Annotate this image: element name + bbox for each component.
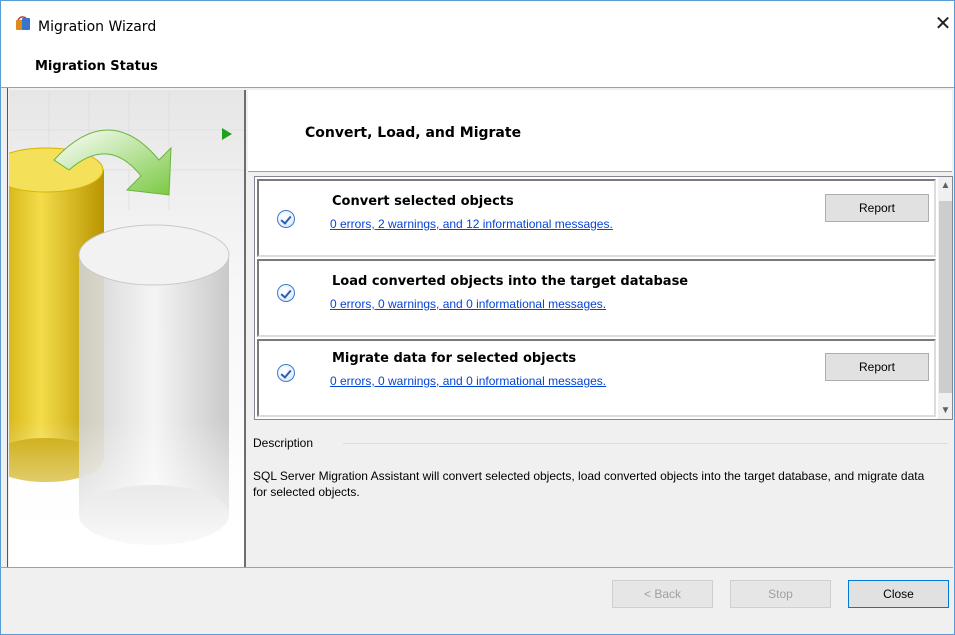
step-title: Convert, Load, and Migrate <box>305 125 522 141</box>
check-circle-icon <box>277 364 295 382</box>
divider <box>0 567 953 568</box>
scroll-thumb[interactable] <box>939 201 952 393</box>
vertical-scrollbar[interactable]: ▲ ▼ <box>938 177 952 419</box>
wizard-illustration <box>9 90 246 567</box>
task-list: Convert selected objects 0 errors, 2 war… <box>254 176 953 420</box>
report-button[interactable]: Report <box>825 194 929 222</box>
list-item: Convert selected objects 0 errors, 2 war… <box>257 179 936 257</box>
list-item: Load converted objects into the target d… <box>257 259 936 337</box>
migration-wizard-icon <box>15 15 31 31</box>
description-text: SQL Server Migration Assistant will conv… <box>253 469 925 499</box>
scroll-up-icon[interactable]: ▲ <box>938 177 952 194</box>
task-messages-link[interactable]: 0 errors, 0 warnings, and 0 informationa… <box>330 374 606 388</box>
step-header: Convert, Load, and Migrate <box>248 90 952 172</box>
check-circle-icon <box>277 210 295 228</box>
task-messages-link[interactable]: 0 errors, 2 warnings, and 12 information… <box>330 217 613 231</box>
report-button[interactable]: Report <box>825 353 929 381</box>
stop-button[interactable]: Stop <box>730 580 831 608</box>
task-title: Load converted objects into the target d… <box>332 274 689 289</box>
page-title: Migration Status <box>35 59 158 74</box>
play-arrow-icon <box>222 128 232 140</box>
task-title: Migrate data for selected objects <box>332 351 577 366</box>
back-button[interactable]: < Back <box>612 580 713 608</box>
divider <box>343 443 948 444</box>
list-item: Migrate data for selected objects 0 erro… <box>257 339 936 417</box>
wizard-header: Migration Status <box>1 41 954 88</box>
title-bar: Migration Wizard ✕ <box>1 1 954 41</box>
description-group: Description SQL Server Migration Assista… <box>253 430 952 567</box>
description-label: Description <box>253 436 318 450</box>
task-messages-link[interactable]: 0 errors, 0 warnings, and 0 informationa… <box>330 297 606 311</box>
scroll-down-icon[interactable]: ▼ <box>938 402 952 419</box>
window-title: Migration Wizard <box>38 19 157 35</box>
check-circle-icon <box>277 284 295 302</box>
close-button[interactable]: Close <box>848 580 949 608</box>
task-title: Convert selected objects <box>332 194 514 209</box>
close-icon[interactable]: ✕ <box>934 13 952 33</box>
